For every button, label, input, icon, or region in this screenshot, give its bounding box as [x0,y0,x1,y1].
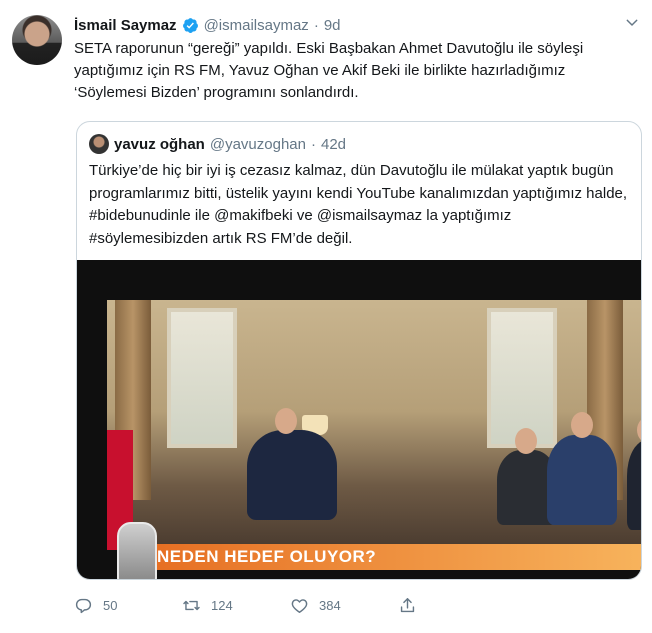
tweet-text: SETA raporunun “gereği” yapıldı. Eski Ba… [74,40,584,101]
avatar[interactable] [12,15,62,65]
host-figure-2 [547,435,617,525]
like-count: 384 [319,598,341,613]
retweet-count: 124 [211,598,233,613]
timestamp[interactable]: 9d [324,17,341,34]
host-head-1 [515,428,537,454]
reply-button[interactable]: 50 [74,596,117,615]
studio-scene [107,300,641,550]
retweet-button[interactable]: 124 [182,596,233,615]
quoted-tweet[interactable]: yavuz oğhan @yavuzoghan · 42d Türkiye’de… [76,121,642,580]
microphone-icon [117,522,157,579]
quoted-timestamp: 42d [320,135,347,153]
reply-count: 50 [103,598,118,613]
retweet-icon [183,600,200,611]
quoted-tweet-header: yavuz oğhan @yavuzoghan · 42d [89,134,346,154]
host-head-2 [571,412,593,438]
caption-text: NEDEN HEDEF OLUYOR? [157,547,377,566]
display-name[interactable]: İsmail Saymaz [74,17,177,34]
reply-icon [75,598,92,614]
handle[interactable]: @ismailsaymaz [204,17,309,34]
quoted-display-name: yavuz oğhan [114,135,205,153]
window-right [487,308,557,448]
tweet-actions: 50 124 384 [74,596,494,616]
window-left [167,308,237,448]
chevron-down-icon[interactable] [624,15,640,31]
quoted-tweet-text: Türkiye’de hiç bir iyi iş cezasız kalmaz… [89,162,628,247]
quoted-handle: @yavuzoghan [209,135,306,153]
like-icon [291,599,308,613]
share-icon [400,598,415,613]
host-figure-3 [627,440,641,530]
guest-head [275,408,297,434]
verified-badge-icon [182,17,198,33]
like-button[interactable]: 384 [290,596,341,615]
quoted-separator: · [310,135,316,153]
separator: · [313,16,319,34]
quoted-media-image[interactable]: NEDEN HEDEF OLUYOR? [77,260,641,579]
guest-figure [247,430,337,520]
tweet-header: İsmail Saymaz @ismailsaymaz · 9d [74,15,341,35]
share-button[interactable] [398,596,417,615]
host-head-3 [637,417,641,443]
quoted-avatar [89,134,109,154]
